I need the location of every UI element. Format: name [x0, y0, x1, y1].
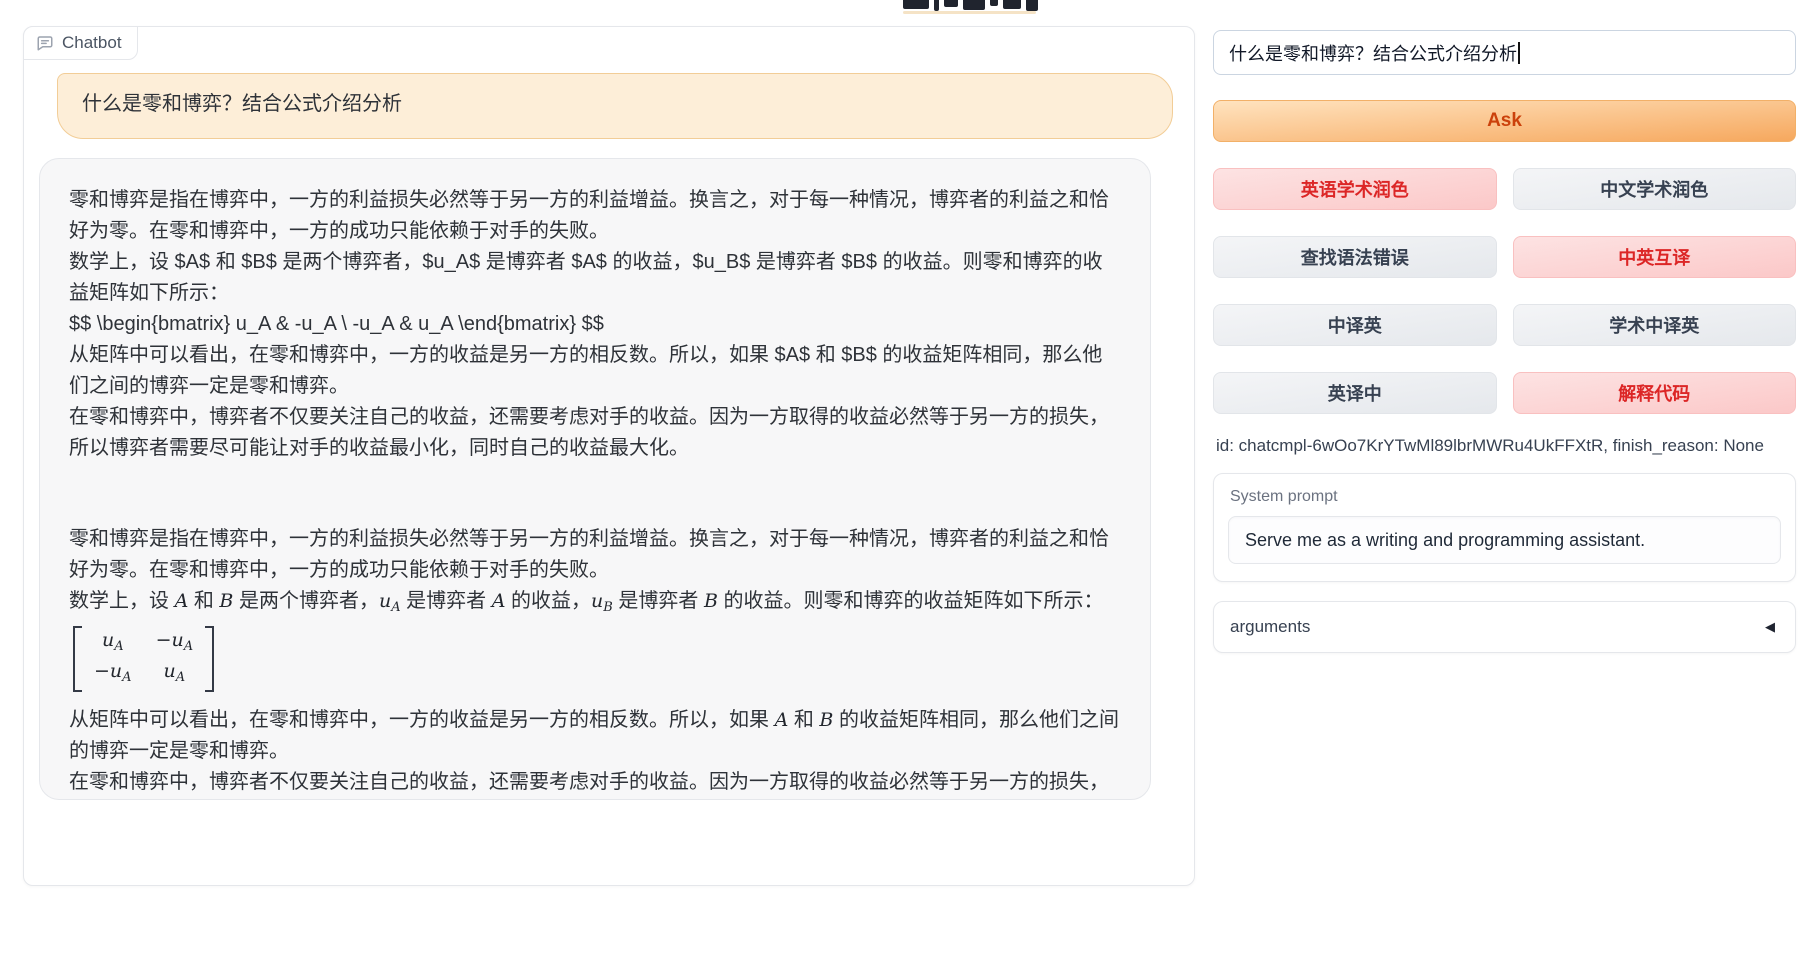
chatbot-label-text: Chatbot — [62, 33, 122, 53]
triangle-left-icon: ◀ — [1765, 619, 1775, 635]
bot-rendered-paragraph: 在零和博弈中，博弈者不仅要关注自己的收益，还需要考虑对手的收益。因为一方取得的收… — [69, 767, 1120, 800]
function-button[interactable]: 英译中 — [1213, 372, 1497, 414]
user-message-text: 什么是零和博弈？结合公式介绍分析 — [82, 93, 402, 115]
chatbot-panel: Chatbot 什么是零和博弈？结合公式介绍分析 零和博弈是指在博弈中，一方的利… — [23, 26, 1195, 886]
question-input-value: 什么是零和博弈？结合公式介绍分析 — [1229, 40, 1517, 66]
arguments-accordion[interactable]: arguments ◀ — [1213, 601, 1796, 653]
status-text: id: chatcmpl-6wOo7KrYTwMl89lbrMWRu4UkFFX… — [1216, 436, 1801, 456]
system-prompt-label: System prompt — [1230, 488, 1781, 506]
system-prompt-value: Serve me as a writing and programming as… — [1245, 530, 1645, 551]
chat-bubble-icon — [36, 34, 54, 52]
bot-message-raw: 零和博弈是指在博弈中，一方的利益损失必然等于另一方的利益增益。换言之，对于每一种… — [69, 185, 1120, 464]
bot-raw-line: 从矩阵中可以看出，在零和博弈中，一方的收益是另一方的相反数。所以，如果 $A$ … — [69, 340, 1120, 402]
function-button[interactable]: 学术中译英 — [1513, 304, 1797, 346]
function-button[interactable]: 英语学术润色 — [1213, 168, 1497, 210]
arguments-label: arguments — [1230, 617, 1310, 637]
function-button[interactable]: 中英互译 — [1513, 236, 1797, 278]
system-prompt-input[interactable]: Serve me as a writing and programming as… — [1228, 516, 1781, 564]
function-button[interactable]: 中文学术润色 — [1513, 168, 1797, 210]
page-root: { "chatbot": { "label": "Chatbot", "labe… — [0, 0, 1814, 961]
function-button[interactable]: 中译英 — [1213, 304, 1497, 346]
function-button[interactable]: 解释代码 — [1513, 372, 1797, 414]
function-button-grid: 英语学术润色中文学术润色查找语法错误中英互译中译英学术中译英英译中解释代码 — [1213, 168, 1796, 414]
bot-message-rendered: 零和博弈是指在博弈中，一方的利益损失必然等于另一方的利益增益。换言之，对于每一种… — [69, 524, 1120, 800]
bot-message-bubble: 零和博弈是指在博弈中，一方的利益损失必然等于另一方的利益增益。换言之，对于每一种… — [39, 158, 1151, 800]
bot-rendered-paragraph: 从矩阵中可以看出，在零和博弈中，一方的收益是另一方的相反数。所以，如果 A 和 … — [69, 705, 1120, 767]
bot-raw-line: $$ \begin{bmatrix} u_A & -u_A \ -u_A & u… — [69, 309, 1120, 340]
bot-rendered-paragraph: 零和博弈是指在博弈中，一方的利益损失必然等于另一方的利益增益。换言之，对于每一种… — [69, 524, 1120, 586]
text-cursor — [1518, 42, 1520, 64]
ask-button[interactable]: Ask — [1213, 100, 1796, 142]
question-input[interactable]: 什么是零和博弈？结合公式介绍分析 — [1213, 30, 1796, 75]
user-message-bubble: 什么是零和博弈？结合公式介绍分析 — [57, 73, 1173, 139]
bot-raw-line: 在零和博弈中，博弈者不仅要关注自己的收益，还需要考虑对手的收益。因为一方取得的收… — [69, 402, 1120, 464]
math-matrix: uA−uA−uAuA — [73, 626, 1120, 702]
bot-rendered-paragraph: 数学上，设 A 和 B 是两个博弈者，uA 是博弈者 A 的收益，uB 是博弈者… — [69, 586, 1120, 623]
chatbot-label: Chatbot — [23, 26, 138, 60]
system-prompt-card: System prompt Serve me as a writing and … — [1213, 473, 1796, 582]
bot-raw-line: 零和博弈是指在博弈中，一方的利益损失必然等于另一方的利益增益。换言之，对于每一种… — [69, 185, 1120, 247]
function-button[interactable]: 查找语法错误 — [1213, 236, 1497, 278]
bot-raw-line: 数学上，设 $A$ 和 $B$ 是两个博弈者，$u_A$ 是博弈者 $A$ 的收… — [69, 247, 1120, 309]
clipped-heading-underline — [903, 11, 1036, 14]
